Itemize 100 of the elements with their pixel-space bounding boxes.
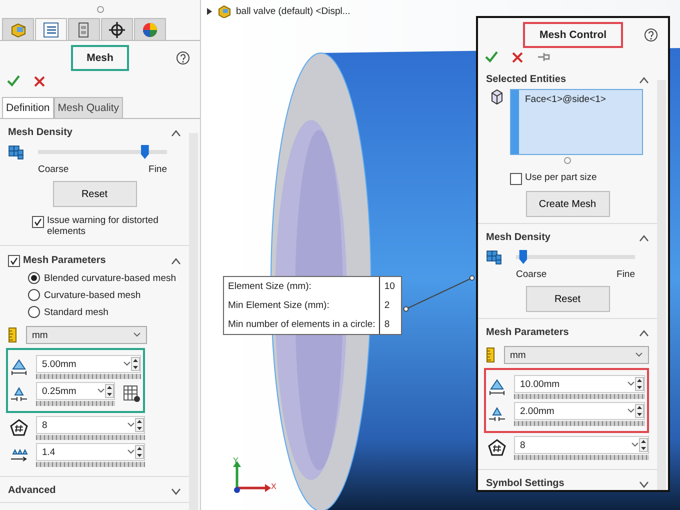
collapse-icon[interactable] <box>639 328 649 336</box>
dropdown-value: mm <box>32 330 48 340</box>
mesh-cubes-icon <box>8 144 24 160</box>
dropdown-caret-icon[interactable] <box>127 449 135 455</box>
collapse-icon[interactable] <box>171 256 181 264</box>
dropdown-caret-icon[interactable] <box>627 408 635 414</box>
spin-buttons-icon[interactable] <box>135 418 144 432</box>
part-name[interactable]: ball valve (default) <Displ... <box>236 6 350 16</box>
section-title: Mesh Parameters <box>23 255 106 266</box>
radio-button[interactable] <box>28 272 40 284</box>
tab[interactable]: Mesh Quality <box>54 97 124 118</box>
create-mesh-button[interactable]: Create Mesh <box>526 191 610 217</box>
field-value: 1.4 <box>42 446 56 458</box>
reset-button[interactable]: Reset <box>526 286 610 312</box>
list-tab[interactable] <box>35 18 67 40</box>
ok-icon[interactable] <box>6 74 20 88</box>
dropdown-caret-icon[interactable] <box>123 361 131 367</box>
field-value: 0.25mm <box>42 386 78 396</box>
slider-thumb[interactable] <box>140 145 149 159</box>
spin-buttons-icon[interactable] <box>635 404 644 418</box>
configuration-tab[interactable] <box>68 18 100 40</box>
section-title: Symbol Settings <box>486 478 564 489</box>
selection-list[interactable]: Face<1>@side<1> <box>510 89 643 155</box>
drag-handle[interactable] <box>96 6 104 12</box>
value-field[interactable]: 2.00mm <box>514 402 645 420</box>
unit-dropdown[interactable]: mm <box>504 346 649 364</box>
color-wheel-tab[interactable] <box>134 18 166 40</box>
selection-bar <box>511 90 519 154</box>
radio-button[interactable] <box>28 306 40 318</box>
spin-buttons-icon[interactable] <box>639 438 648 452</box>
radio-button[interactable] <box>28 289 40 301</box>
callout-value: 2 <box>379 296 402 315</box>
radio-label: Standard mesh <box>44 306 108 318</box>
thumbwheel[interactable] <box>514 421 645 426</box>
value-field[interactable]: 5.00mm <box>36 355 141 373</box>
value-field[interactable]: 8 <box>36 416 145 434</box>
thumbwheel[interactable] <box>514 394 645 399</box>
thumbwheel[interactable] <box>36 374 141 379</box>
dropdown-caret-icon[interactable] <box>631 442 639 448</box>
field-value: 8 <box>42 420 48 430</box>
part-icon <box>217 4 231 18</box>
axis-label: Y <box>233 456 238 465</box>
crosshair-icon <box>108 20 126 38</box>
spin-buttons-icon[interactable] <box>135 445 144 459</box>
part-icon <box>9 20 27 38</box>
tab[interactable]: Definition <box>2 97 54 118</box>
cancel-icon[interactable] <box>510 50 524 64</box>
expand-icon[interactable] <box>171 486 181 494</box>
pin-icon[interactable] <box>536 50 550 64</box>
element-size-icon <box>488 378 506 396</box>
reset-button[interactable]: Reset <box>52 181 136 207</box>
help-icon[interactable] <box>644 28 658 42</box>
help-icon[interactable] <box>176 51 190 65</box>
checkbox[interactable] <box>32 216 44 228</box>
dropdown-caret-icon[interactable] <box>127 422 135 428</box>
dropdown-caret-icon[interactable] <box>97 388 105 394</box>
callout-value: 10 <box>379 277 402 296</box>
crosshair-tab[interactable] <box>101 18 133 40</box>
list-item[interactable]: Face<1>@side<1> <box>519 90 612 109</box>
expand-arrow-icon[interactable] <box>207 8 212 14</box>
collapse-icon[interactable] <box>639 234 649 242</box>
spin-buttons-icon[interactable] <box>105 384 114 398</box>
dropdown-caret-icon[interactable] <box>627 381 635 387</box>
field-value: 10.00mm <box>520 378 561 390</box>
ok-icon[interactable] <box>484 50 498 64</box>
checkbox[interactable] <box>8 255 20 267</box>
ruler-icon <box>8 327 18 343</box>
value-field[interactable]: 0.25mm <box>36 382 115 400</box>
thumbwheel[interactable] <box>36 435 145 440</box>
checkbox[interactable] <box>510 173 522 185</box>
unit-dropdown[interactable]: mm <box>26 326 147 344</box>
dropdown-caret-icon[interactable] <box>133 332 141 338</box>
min-element-size-icon <box>488 405 506 423</box>
collapse-icon[interactable] <box>639 76 649 84</box>
part-tab[interactable] <box>2 18 34 40</box>
resize-handle[interactable] <box>564 157 571 164</box>
thumbwheel[interactable] <box>36 401 115 406</box>
field-value: 5.00mm <box>42 358 78 370</box>
spin-buttons-icon[interactable] <box>635 377 644 391</box>
thumbwheel[interactable] <box>514 455 649 460</box>
element-size-icon <box>10 358 28 376</box>
value-field[interactable]: 1.4 <box>36 443 145 461</box>
value-field[interactable]: 10.00mm <box>514 375 645 393</box>
expand-icon[interactable] <box>639 480 649 488</box>
collapse-icon[interactable] <box>171 128 181 136</box>
callout-label: Min number of elements in a circle: <box>227 318 376 332</box>
scrollbar[interactable] <box>657 80 666 490</box>
dropdown-caret-icon[interactable] <box>635 352 643 358</box>
checkmark-icon <box>34 218 42 226</box>
cancel-icon[interactable] <box>32 74 46 88</box>
slider-thumb[interactable] <box>519 250 528 264</box>
slider-min-label: Coarse <box>38 164 69 175</box>
circle-count-icon <box>10 419 28 437</box>
slider-min-label: Coarse <box>516 269 547 280</box>
thumbwheel[interactable] <box>36 462 145 467</box>
spin-buttons-icon[interactable] <box>131 357 140 371</box>
scrollbar[interactable] <box>189 133 198 510</box>
radio-label: Curvature-based mesh <box>44 290 141 300</box>
value-field[interactable]: 8 <box>514 436 649 454</box>
table-settings-icon[interactable] <box>123 385 141 403</box>
